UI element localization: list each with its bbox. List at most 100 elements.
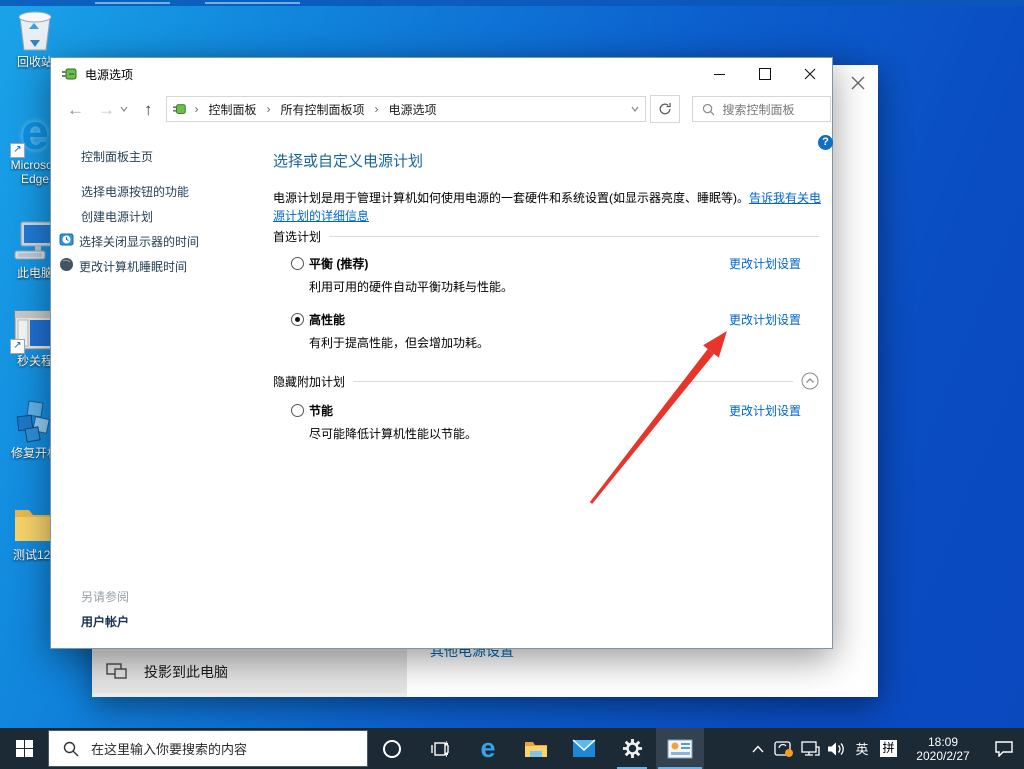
power-options-window: 电源选项 ← → ↑ › 控制面板 › 所有控制面板项 › 电源选项 搜索控制面… xyxy=(50,57,833,649)
power-options-taskbar-button[interactable] xyxy=(656,728,704,769)
ime-language-indicator[interactable]: 英 xyxy=(849,739,875,758)
shortcut-arrow-icon xyxy=(10,143,25,158)
intro-text: 电源计划是用于管理计算机如何使用电源的一套硬件和系统设置(如显示器亮度、睡眠等)… xyxy=(273,189,823,225)
search-icon xyxy=(63,741,79,756)
collapse-chevron-button[interactable] xyxy=(801,372,819,390)
navigation-bar: ← → ↑ › 控制面板 › 所有控制面板项 › 电源选项 搜索控制面板 xyxy=(51,91,832,127)
control-panel-search-input[interactable]: 搜索控制面板 xyxy=(691,96,831,122)
up-button[interactable]: ↑ xyxy=(144,101,153,118)
cortana-icon xyxy=(383,739,401,758)
tray-tablet-mode[interactable] xyxy=(771,728,797,769)
breadcrumb-separator: › xyxy=(266,102,271,116)
minimize-icon xyxy=(714,73,725,75)
plan-name: 节能 xyxy=(309,404,334,418)
display-clock-icon xyxy=(59,233,74,246)
title-bar[interactable]: 电源选项 xyxy=(51,58,832,90)
settings-item-project-to-pc[interactable]: 投影到此电脑 xyxy=(92,651,407,693)
edge-taskbar-button[interactable] xyxy=(464,728,512,769)
settings-item-label: 投影到此电脑 xyxy=(144,664,228,680)
sidebar-item-change-sleep-time[interactable]: 更改计算机睡眠时间 xyxy=(79,258,187,275)
page-title: 选择或自定义电源计划 xyxy=(273,153,424,170)
start-button[interactable] xyxy=(0,728,48,769)
shortcut-arrow-icon xyxy=(10,339,25,354)
address-dropdown-caret-icon[interactable] xyxy=(631,106,639,112)
sidebar-item-display-off-time[interactable]: 选择关闭显示器的时间 xyxy=(79,233,199,250)
action-center-icon xyxy=(995,741,1013,757)
breadcrumb-separator: › xyxy=(194,102,199,116)
close-icon xyxy=(851,76,865,90)
window-title: 电源选项 xyxy=(85,67,134,82)
group-divider xyxy=(353,380,793,382)
action-center-button[interactable] xyxy=(984,728,1024,769)
windows-logo-icon xyxy=(15,740,33,757)
mail-icon xyxy=(572,739,596,757)
chevron-up-icon xyxy=(752,744,764,752)
maximize-button[interactable] xyxy=(742,58,787,90)
tray-volume[interactable] xyxy=(823,728,849,769)
help-button[interactable] xyxy=(818,135,833,150)
gear-icon xyxy=(622,738,642,759)
sidebar-item-control-panel-home[interactable]: 控制面板主页 xyxy=(81,148,153,165)
change-plan-settings-link-high-performance[interactable]: 更改计划设置 xyxy=(729,311,801,328)
window-fragment-line xyxy=(205,2,300,4)
intro-body: 电源计划是用于管理计算机如何使用电源的一套硬件和系统设置(如显示器亮度、睡眠等)… xyxy=(273,191,749,205)
taskbar-search-placeholder: 在这里输入你要搜索的内容 xyxy=(91,742,248,757)
refresh-button[interactable] xyxy=(649,95,680,123)
task-view-button[interactable] xyxy=(416,728,464,769)
search-placeholder: 搜索控制面板 xyxy=(722,102,795,117)
taskbar-clock[interactable]: 18:09 2020/2/27 xyxy=(906,735,980,763)
breadcrumb-control-panel[interactable]: 控制面板 xyxy=(207,101,259,118)
maximize-icon xyxy=(758,68,771,80)
recent-pages-caret-icon[interactable] xyxy=(120,106,128,112)
window-fragment-line xyxy=(95,2,170,4)
network-icon xyxy=(801,741,820,756)
breadcrumb-separator: › xyxy=(374,102,379,116)
group-preferred-plans: 首选计划 xyxy=(273,228,819,245)
plan-description: 尽可能降低计算机性能以节能。 xyxy=(309,427,478,441)
search-icon xyxy=(702,103,714,115)
sidebar-item-user-accounts[interactable]: 用户帐户 xyxy=(81,613,129,630)
radio-power-saver[interactable] xyxy=(291,404,304,417)
clock-time: 18:09 xyxy=(927,734,959,749)
taskbar: 在这里输入你要搜索的内容 e 英 拼 18:09 2020/2/27 xyxy=(0,728,1024,769)
group-label: 隐藏附加计划 xyxy=(273,374,346,389)
change-plan-settings-link-balanced[interactable]: 更改计划设置 xyxy=(729,255,801,272)
breadcrumb-all-items[interactable]: 所有控制面板项 xyxy=(279,101,367,118)
clock-date: 2020/2/27 xyxy=(916,748,970,763)
see-also-header: 另请参阅 xyxy=(81,590,130,604)
minimize-button[interactable] xyxy=(697,58,742,90)
plan-description: 利用可用的硬件自动平衡功耗与性能。 xyxy=(309,280,514,294)
speaker-icon xyxy=(828,742,844,755)
plan-name: 高性能 xyxy=(309,313,346,327)
tablet-rotate-icon xyxy=(774,740,793,757)
close-button[interactable] xyxy=(787,58,832,90)
change-plan-settings-link-power-saver[interactable]: 更改计划设置 xyxy=(729,402,801,419)
sidebar-item-create-plan[interactable]: 创建电源计划 xyxy=(81,208,153,225)
radio-high-performance[interactable] xyxy=(291,313,304,326)
group-hidden-plans: 隐藏附加计划 xyxy=(273,372,819,390)
task-view-icon xyxy=(431,740,449,757)
recycle-bin-icon xyxy=(18,11,52,51)
ime-mode-indicator[interactable]: 拼 xyxy=(880,740,897,757)
cortana-button[interactable] xyxy=(368,728,416,769)
refresh-icon xyxy=(659,103,671,115)
system-tray: 英 拼 18:09 2020/2/27 xyxy=(745,728,1024,769)
group-label: 首选计划 xyxy=(273,230,322,244)
forward-button[interactable]: → xyxy=(98,101,115,118)
close-icon xyxy=(804,68,815,80)
address-bar[interactable]: › 控制面板 › 所有控制面板项 › 电源选项 xyxy=(165,96,646,122)
file-explorer-icon xyxy=(525,741,547,757)
settings-taskbar-button[interactable] xyxy=(608,728,656,769)
settings-close-button[interactable] xyxy=(848,73,868,93)
address-power-icon xyxy=(172,104,186,114)
mail-button[interactable] xyxy=(560,728,608,769)
tray-network[interactable] xyxy=(797,728,823,769)
sidebar-item-power-buttons[interactable]: 选择电源按钮的功能 xyxy=(81,183,189,200)
taskbar-search-input[interactable]: 在这里输入你要搜索的内容 xyxy=(48,730,368,767)
back-button[interactable]: ← xyxy=(67,101,84,118)
breadcrumb-power-options[interactable]: 电源选项 xyxy=(387,101,439,118)
radio-balanced[interactable] xyxy=(291,257,304,270)
file-explorer-button[interactable] xyxy=(512,728,560,769)
sleep-moon-icon xyxy=(60,258,73,271)
tray-chevron-button[interactable] xyxy=(745,728,771,769)
